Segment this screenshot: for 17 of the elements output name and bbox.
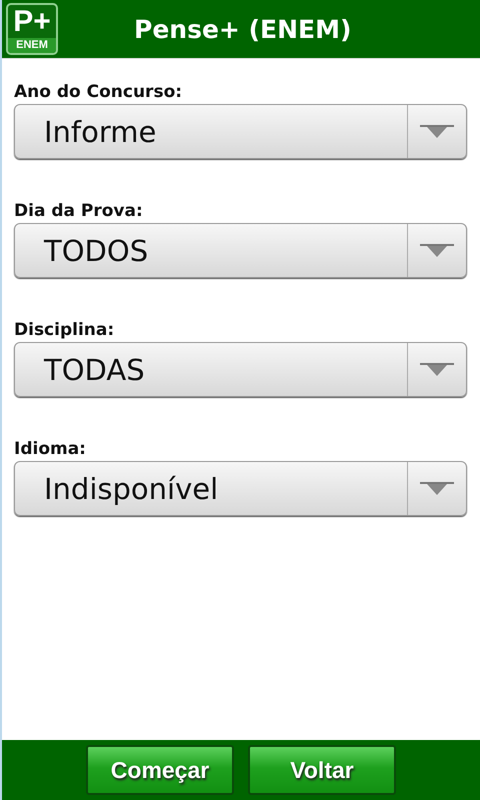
field-label: Idioma:	[14, 438, 87, 461]
dropdown-arrow-icon	[420, 124, 454, 138]
dropdown-arrow-icon	[420, 244, 454, 258]
dropdown[interactable]: Indisponível	[14, 461, 467, 516]
field-label: Dia da Prova:	[14, 200, 144, 223]
dropdown-arrow-icon	[420, 362, 454, 376]
footer-button[interactable]: Voltar	[248, 745, 396, 795]
field-label: Ano do Concurso:	[14, 81, 184, 104]
app-title: Pense+ (ENEM)	[134, 14, 352, 44]
dropdown[interactable]: Informe	[14, 104, 467, 159]
logo-text: ENEM	[8, 38, 56, 53]
dropdown[interactable]: TODAS	[14, 342, 467, 397]
footer-button[interactable]: Começar	[86, 745, 234, 795]
dropdown[interactable]: TODOS	[14, 223, 467, 278]
logo-text: P+	[13, 5, 51, 38]
field-label: Disciplina:	[14, 319, 116, 342]
dropdown-arrow-icon	[420, 482, 454, 496]
